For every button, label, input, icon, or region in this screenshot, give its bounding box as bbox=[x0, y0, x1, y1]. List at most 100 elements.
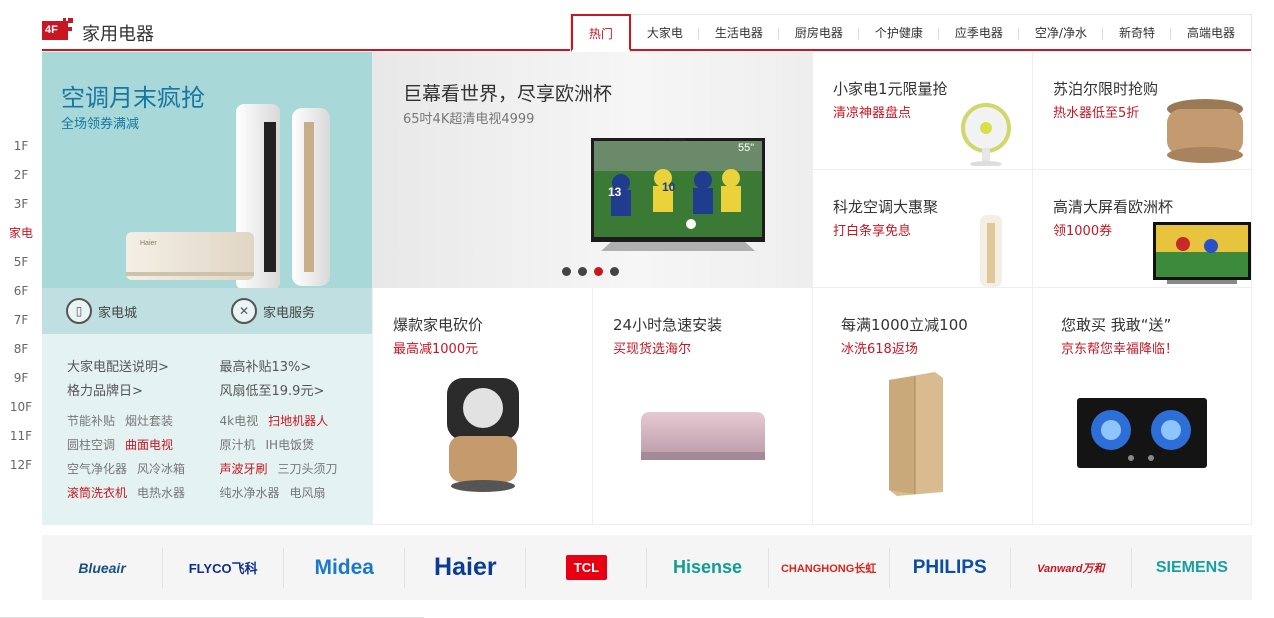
brand-logo[interactable]: Midea bbox=[284, 547, 406, 588]
tv-carousel[interactable]: 巨幕看世界，尽享欧洲杯 65吋4K超清电视4999 55" 13 10 bbox=[372, 52, 812, 288]
tag-row: 圆柱空调 曲面电视 原汁机 IH电饭煲 bbox=[67, 433, 372, 457]
category-tag[interactable]: 原汁机 bbox=[220, 438, 256, 452]
service-bar: ▯ 家电城 ✕ 家电服务 bbox=[42, 288, 372, 334]
quick-link[interactable]: 风扇低至19.9元> bbox=[220, 380, 373, 404]
tag-row: 空气净化器 风冷冰箱 声波牙刷 三刀头须刀 bbox=[67, 457, 372, 481]
category-tab[interactable]: 大家电 bbox=[631, 15, 699, 51]
floor-badge-label: 4F bbox=[42, 21, 68, 40]
category-tag[interactable]: 三刀头须刀 bbox=[278, 462, 338, 476]
category-tag[interactable]: 节能补贴 bbox=[67, 414, 115, 428]
floor-nav-item[interactable]: 6F bbox=[4, 281, 38, 310]
promo-title: 小家电1元限量抢 bbox=[833, 80, 948, 98]
svg-text:Haier: Haier bbox=[140, 240, 157, 247]
floor-nav-item[interactable]: 7F bbox=[4, 310, 38, 339]
tools-icon: ✕ bbox=[231, 298, 257, 324]
badge-square bbox=[63, 18, 66, 21]
floor-nav-item[interactable]: 3F bbox=[4, 194, 38, 223]
service-link[interactable]: ▯ 家电城 bbox=[42, 288, 207, 334]
category-tag[interactable]: IH电饭煲 bbox=[266, 438, 315, 452]
tag-group: 圆柱空调 曲面电视 bbox=[67, 433, 220, 457]
quick-link[interactable]: 大家电配送说明> bbox=[67, 356, 220, 380]
tag-group: 滚筒洗衣机 电热水器 bbox=[67, 481, 220, 505]
floor-nav-item[interactable]: 1F bbox=[4, 136, 38, 165]
brand-logo[interactable]: Vanward万和 bbox=[1011, 547, 1132, 588]
promo-install[interactable]: 24小时急速安装 买现货选海尔 bbox=[592, 288, 812, 525]
brand-logo[interactable]: TCL bbox=[526, 547, 648, 588]
quick-link[interactable]: 最高补贴13%> bbox=[220, 356, 373, 380]
brand-logo[interactable]: Hisense bbox=[647, 547, 769, 588]
promo-kelon[interactable]: 科龙空调大惠聚 打白条享免息 bbox=[812, 170, 1032, 288]
floor-nav-item[interactable]: 11F bbox=[4, 426, 38, 455]
promo-fridge[interactable]: 每满1000立减100 冰洗618返场 bbox=[812, 288, 1032, 525]
floor-nav: 1F 2F 3F 家电 5F 6F 7F 8F 9F 10F 11F 12F bbox=[4, 136, 38, 484]
category-tag[interactable]: 风冷冰箱 bbox=[137, 462, 185, 476]
promo-title: 每满1000立减100 bbox=[841, 316, 968, 334]
promo-subtitle: 热水器低至5折 bbox=[1053, 106, 1140, 121]
aircon-banner[interactable]: 空调月末疯抢 全场领券满减 Haier bbox=[42, 52, 372, 288]
category-tag[interactable]: 滚筒洗衣机 bbox=[67, 486, 127, 500]
category-tab[interactable]: 个护健康 bbox=[859, 15, 939, 51]
fan-image bbox=[961, 103, 1011, 166]
brand-logo[interactable]: PHILIPS bbox=[890, 547, 1011, 588]
brand-logo[interactable]: Haier bbox=[405, 547, 527, 588]
promo-big-tv[interactable]: 高清大屏看欧洲杯 领1000券 bbox=[1032, 170, 1252, 288]
appliance-store-icon: ▯ bbox=[66, 298, 92, 324]
category-tag[interactable]: 曲面电视 bbox=[125, 438, 173, 452]
brand-name: FLYCO飞科 bbox=[188, 561, 258, 576]
carousel-dot[interactable] bbox=[578, 267, 587, 276]
category-tab[interactable]: 热门 bbox=[570, 14, 631, 52]
category-tab[interactable]: 新奇特 bbox=[1103, 15, 1171, 51]
promo-delivery[interactable]: 您敢买 我敢“送” 京东帮您幸福降临！ bbox=[1032, 288, 1252, 525]
category-tag[interactable]: 电风扇 bbox=[290, 486, 326, 500]
brand-logo[interactable]: FLYCO飞科 bbox=[163, 547, 285, 588]
brand-name: SIEMENS bbox=[1155, 558, 1228, 576]
tag-group: 4k电视 扫地机器人 bbox=[220, 409, 373, 433]
tag-row: 滚筒洗衣机 电热水器 纯水净水器 电风扇 bbox=[67, 481, 372, 505]
promo-title: 爆款家电砍价 bbox=[393, 316, 484, 334]
floor-nav-item[interactable]: 10F bbox=[4, 397, 38, 426]
category-tag[interactable]: 空气净化器 bbox=[67, 462, 127, 476]
tv-size-label: 55" bbox=[738, 142, 755, 154]
category-tag[interactable]: 声波牙刷 bbox=[220, 462, 268, 476]
promo-subtitle: 冰洗618返场 bbox=[841, 342, 918, 357]
category-tab[interactable]: 生活电器 bbox=[699, 15, 779, 51]
brand-name: Vanward万和 bbox=[1037, 562, 1105, 575]
category-tag[interactable]: 扫地机器人 bbox=[268, 414, 328, 428]
category-tab[interactable]: 厨房电器 bbox=[779, 15, 859, 51]
promo-title: 科龙空调大惠聚 bbox=[833, 198, 939, 216]
category-tab[interactable]: 空净/净水 bbox=[1019, 15, 1104, 51]
floor-nav-item[interactable]: 5F bbox=[4, 252, 38, 281]
service-link[interactable]: ✕ 家电服务 bbox=[207, 288, 372, 334]
brand-logo[interactable]: Blueair bbox=[42, 547, 164, 588]
brand-logo[interactable]: SIEMENS bbox=[1132, 548, 1252, 588]
promo-rice-cooker[interactable]: 苏泊尔限时抢购 热水器低至5折 bbox=[1032, 52, 1252, 170]
carousel-dot[interactable] bbox=[610, 267, 619, 276]
category-tag[interactable]: 烟灶套装 bbox=[125, 414, 173, 428]
quick-link[interactable]: 格力品牌日> bbox=[67, 380, 220, 404]
category-tag[interactable]: 纯水净水器 bbox=[220, 486, 280, 500]
promo-subtitle: 买现货选海尔 bbox=[613, 342, 692, 357]
promo-subtitle: 最高减1000元 bbox=[393, 342, 479, 357]
floor-nav-item[interactable]: 9F bbox=[4, 368, 38, 397]
promo-bargain[interactable]: 爆款家电砍价 最高减1000元 bbox=[372, 288, 592, 525]
tag-group: 空气净化器 风冷冰箱 bbox=[67, 457, 220, 481]
category-tag[interactable]: 圆柱空调 bbox=[67, 438, 115, 452]
promo-fan[interactable]: 小家电1元限量抢 清凉神器盘点 bbox=[812, 52, 1032, 170]
carousel-dot[interactable] bbox=[594, 267, 603, 276]
promo-subtitle: 打白条享免息 bbox=[833, 224, 912, 239]
floor-nav-item[interactable]: 12F bbox=[4, 455, 38, 484]
category-tab[interactable]: 应季电器 bbox=[939, 15, 1019, 51]
tag-group: 节能补贴 烟灶套装 bbox=[67, 409, 220, 433]
category-tag[interactable]: 4k电视 bbox=[220, 414, 259, 428]
service-label: 家电城 bbox=[98, 305, 138, 321]
category-tab[interactable]: 高端电器 bbox=[1171, 15, 1251, 51]
floor-nav-item[interactable]: 家电 bbox=[4, 223, 38, 252]
brand-logo[interactable]: CHANGHONG长虹 bbox=[769, 547, 890, 588]
floor-nav-item[interactable]: 8F bbox=[4, 339, 38, 368]
tag-group: 纯水净水器 电风扇 bbox=[220, 481, 373, 505]
carousel-dot[interactable] bbox=[562, 267, 571, 276]
category-tag[interactable]: 电热水器 bbox=[137, 486, 185, 500]
promo-title: 24小时急速安装 bbox=[613, 316, 723, 334]
carousel-dots bbox=[562, 267, 619, 276]
floor-nav-item[interactable]: 2F bbox=[4, 165, 38, 194]
